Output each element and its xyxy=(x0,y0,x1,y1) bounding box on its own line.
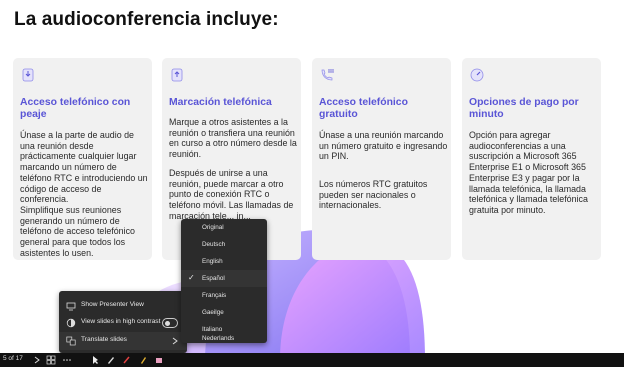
language-submenu: Original Deutsch English ✓ Español Franç… xyxy=(181,219,267,343)
eraser-icon[interactable] xyxy=(154,355,164,365)
payment-gauge-icon xyxy=(470,68,484,82)
presentation-toolbar: 5 of 17 xyxy=(0,353,624,367)
translate-icon xyxy=(66,336,76,346)
language-label: Nederlands xyxy=(202,335,235,342)
checkmark-icon: ✓ xyxy=(188,273,195,282)
card-paragraph: Los números RTC gratuitos pueden ser nac… xyxy=(319,179,428,211)
phone-dialpad-icon xyxy=(321,69,334,81)
phone-download-icon xyxy=(22,68,34,82)
highlighter-icon[interactable] xyxy=(138,355,148,365)
language-option-deutsch[interactable]: Deutsch xyxy=(181,236,267,253)
card-title: Acceso telefónico con peaje xyxy=(20,97,131,120)
menu-item-label: Translate slides xyxy=(81,336,127,343)
menu-item-translate-slides[interactable]: Translate slides xyxy=(59,332,187,350)
language-label: Original xyxy=(202,224,224,231)
feature-card-pay-per-minute: Opciones de pago por minuto Opción para … xyxy=(462,58,601,260)
feature-card-toll-dial-in: Acceso telefónico con peaje Únase a la p… xyxy=(13,58,152,260)
phone-upload-icon xyxy=(171,68,183,82)
language-option-francais[interactable]: Français xyxy=(181,287,267,304)
language-option-gaeilge[interactable]: Gaeilge xyxy=(181,304,267,321)
language-label: Français xyxy=(202,292,227,299)
card-paragraph: Marque a otros asistentes a la reunión o… xyxy=(169,117,297,160)
card-paragraph: Simplifique sus reuniones generando un n… xyxy=(20,205,135,258)
card-paragraph: Únase a la parte de audio de una reunión… xyxy=(20,130,148,205)
next-slide-icon[interactable] xyxy=(32,355,42,365)
language-label: English xyxy=(202,258,223,265)
menu-item-high-contrast[interactable]: View slides in high contrast xyxy=(59,314,187,332)
card-title: Acceso telefónico gratuito xyxy=(319,97,408,120)
language-label: Español xyxy=(202,275,225,282)
language-option-espanol[interactable]: ✓ Español xyxy=(181,270,267,287)
feature-card-toll-free: Acceso telefónico gratuito Únase a una r… xyxy=(312,58,451,260)
chevron-right-icon xyxy=(172,337,178,345)
language-option-original[interactable]: Original xyxy=(181,219,267,236)
language-label: Italiano xyxy=(202,326,223,333)
language-label: Deutsch xyxy=(202,241,226,248)
more-options-icon[interactable] xyxy=(62,355,72,365)
language-option-nederlands[interactable]: Nederlands xyxy=(181,334,267,343)
page-indicator: 5 of 17 xyxy=(3,355,23,362)
slide-title: La audioconferencia incluye: xyxy=(14,9,279,30)
laser-pointer-icon[interactable] xyxy=(122,355,132,365)
card-title: Opciones de pago por minuto xyxy=(469,97,579,120)
card-title: Marcación telefónica xyxy=(169,97,272,108)
pen-icon[interactable] xyxy=(106,355,116,365)
pointer-icon[interactable] xyxy=(90,355,100,365)
card-paragraph: Después de unirse a una reunión, puede m… xyxy=(169,168,294,221)
contrast-icon xyxy=(66,318,76,328)
presenter-view-icon xyxy=(66,302,76,311)
grid-view-icon[interactable] xyxy=(46,355,56,365)
card-paragraph: Opción para agregar audioconferencias a … xyxy=(469,130,588,215)
card-paragraph: Únase a una reunión marcando un número g… xyxy=(319,130,448,162)
language-label: Gaeilge xyxy=(202,309,224,316)
menu-item-label: Show Presenter View xyxy=(81,301,144,308)
high-contrast-toggle[interactable] xyxy=(162,318,178,328)
presenter-options-menu: Show Presenter View View slides in high … xyxy=(59,291,187,353)
language-option-english[interactable]: English xyxy=(181,253,267,270)
menu-item-presenter-view[interactable]: Show Presenter View xyxy=(59,297,187,315)
menu-item-label: View slides in high contrast xyxy=(81,318,161,325)
